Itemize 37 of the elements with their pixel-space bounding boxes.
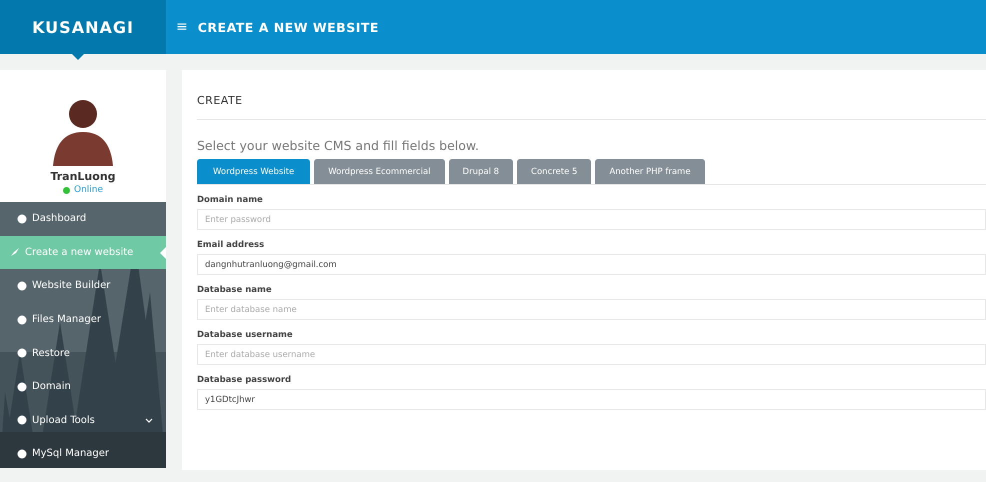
intro-text: Select your website CMS and fill fields below.: [197, 138, 480, 153]
sidebar-item[interactable]: Dashboard: [0, 202, 166, 236]
menu-item-icon: [17, 214, 27, 224]
field-label: Database password: [197, 375, 292, 385]
brand-logo[interactable]: KUSANAGI: [32, 18, 134, 36]
cms-tab[interactable]: Another PHP frame: [595, 159, 705, 184]
sidebar-item[interactable]: Domain: [0, 370, 166, 404]
cms-tab[interactable]: Concrete 5: [517, 159, 592, 184]
user-name: TranLuong: [50, 170, 116, 183]
cms-tab[interactable]: Wordpress Ecommercial: [314, 159, 445, 184]
menu-item-icon: [17, 415, 27, 426]
field-label: Email address: [197, 240, 266, 250]
field-label: Database name: [197, 285, 273, 295]
menu-item-icon: [10, 247, 20, 258]
input-field[interactable]: y1GDtcJhwr: [197, 389, 986, 410]
sidebar-item[interactable]: Files Manager: [0, 302, 166, 336]
menu-item-icon: [17, 314, 27, 325]
cms-tab[interactable]: Drupal 8: [448, 159, 514, 184]
status-text: Online: [74, 185, 104, 195]
field-label: Database username: [197, 330, 294, 340]
input-field[interactable]: dangnhutranluong@gmail.com: [197, 254, 986, 275]
menu-item-icon: [17, 348, 27, 358]
cms-tab[interactable]: Wordpress Website: [197, 159, 310, 184]
menu-item-icon: [17, 448, 27, 459]
menu-item-icon: [17, 280, 27, 291]
menu-icon[interactable]: ≡: [176, 19, 188, 35]
menu-item-icon: [17, 382, 27, 392]
sidebar-item[interactable]: Website Builder: [0, 269, 166, 303]
input-field[interactable]: Enter database username: [197, 344, 986, 365]
field-label: Domain name: [197, 195, 264, 205]
card-title: CREATE: [197, 94, 986, 120]
pointer-icon: [160, 246, 166, 259]
sidebar-item[interactable]: Restore: [0, 336, 166, 370]
input-field[interactable]: Enter database name: [197, 299, 986, 320]
input-field[interactable]: Enter password: [197, 209, 986, 230]
page-title: CREATE A NEW WEBSITE: [198, 20, 379, 34]
sidebar-item[interactable]: Upload Tools: [0, 404, 166, 438]
